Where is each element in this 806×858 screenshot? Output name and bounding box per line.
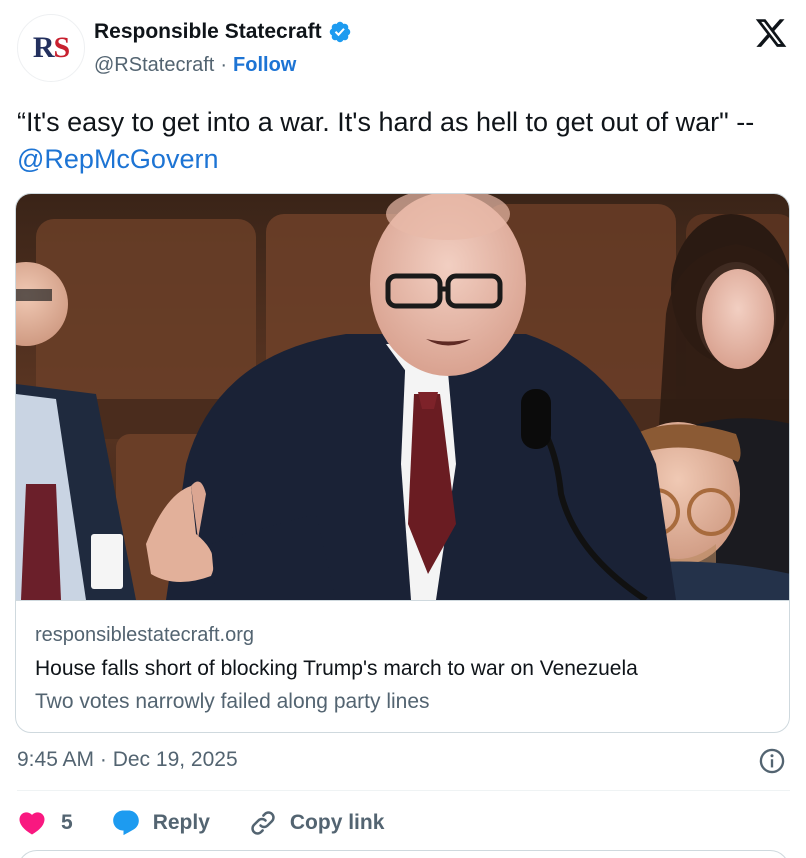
card-domain: responsiblestatecraft.org (35, 624, 255, 646)
like-button[interactable]: 5 (17, 808, 73, 838)
handle[interactable]: @RStatecraft (94, 54, 214, 77)
separator-dot: · (220, 54, 228, 76)
display-name[interactable]: Responsible Statecraft (94, 20, 322, 44)
action-bar: 5 Reply Copy link (17, 806, 422, 840)
card-description: Two votes narrowly failed along party li… (35, 690, 430, 713)
timestamp-row: 9:45 AM · Dec 19, 2025 (17, 746, 790, 776)
follow-button[interactable]: Follow (233, 54, 296, 77)
tweet-header: RS Responsible Statecraft @RStatecraft ·… (17, 14, 792, 84)
card-image (16, 194, 789, 600)
link-icon (251, 811, 275, 835)
heart-icon (19, 812, 45, 835)
x-logo-icon[interactable] (754, 16, 788, 50)
reply-label: Reply (152, 811, 210, 834)
speech-bubble-icon (112, 810, 139, 836)
mention-link[interactable]: @RepMcGovern (17, 144, 218, 174)
divider (17, 790, 790, 791)
link-card[interactable]: responsiblestatecraft.org House falls sh… (15, 193, 790, 733)
avatar[interactable]: RS (17, 14, 85, 82)
verified-badge-icon (329, 21, 350, 43)
name-row: Responsible Statecraft (94, 20, 352, 44)
card-title: House falls short of blocking Trump's ma… (35, 657, 638, 680)
read-replies-button[interactable] (17, 850, 790, 858)
copy-link-label: Copy link (289, 811, 385, 834)
tweet-text: “It's easy to get into a war. It's hard … (17, 104, 787, 178)
info-icon[interactable] (758, 747, 786, 775)
like-count: 5 (61, 811, 73, 834)
timestamp[interactable]: 9:45 AM · Dec 19, 2025 (17, 748, 238, 772)
copy-link-button[interactable]: Copy link (248, 808, 385, 838)
avatar-logo: RS (32, 31, 70, 64)
reply-button[interactable]: Reply (111, 808, 210, 838)
tweet-body: “It's easy to get into a war. It's hard … (17, 107, 755, 137)
handle-row: @RStatecraft · Follow (94, 54, 296, 77)
card-info: responsiblestatecraft.org House falls sh… (16, 600, 789, 732)
